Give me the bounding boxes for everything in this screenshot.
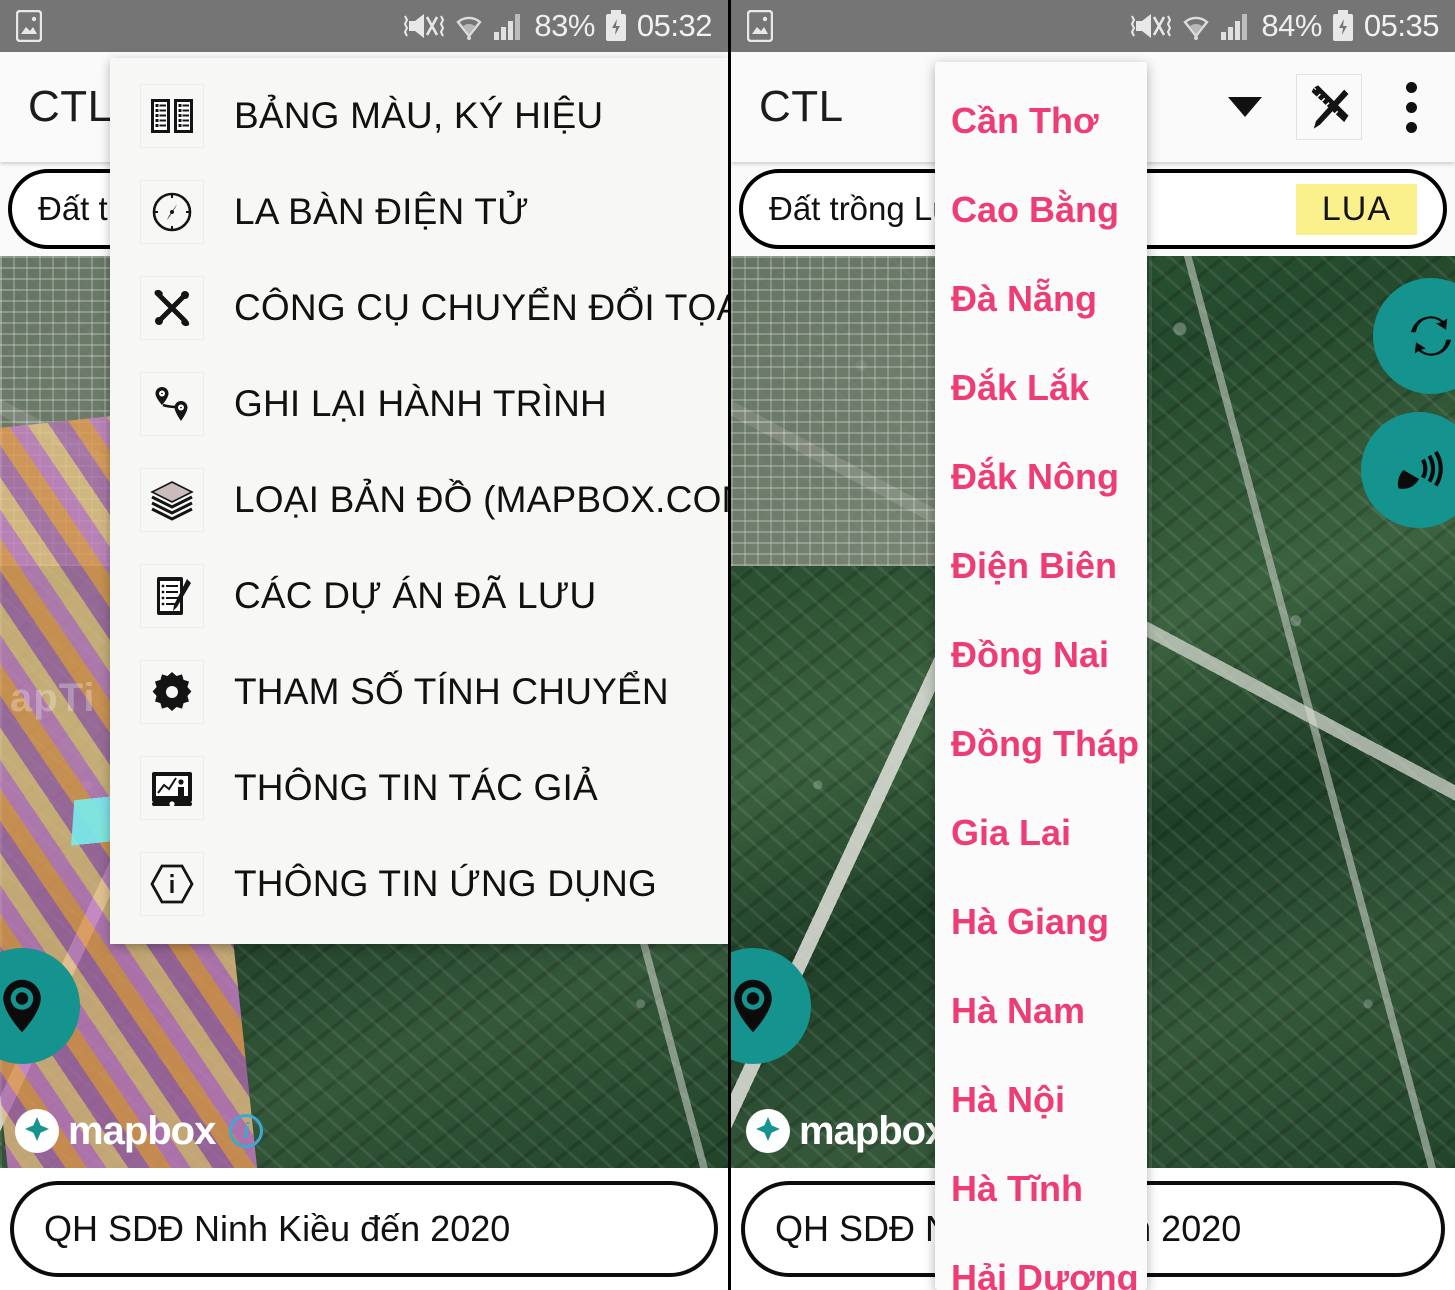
menu-item-thong-tin-tac-gia[interactable]: THÔNG TIN TÁC GIẢ	[110, 740, 728, 836]
province-option[interactable]: Đồng Tháp	[935, 699, 1147, 788]
two-phone-screenshot-pair: 83% 05:32 CTL Đất trồng apTi mapbox i QH…	[0, 0, 1455, 1290]
clock-label: 05:32	[636, 8, 713, 43]
clock-label: 05:35	[1363, 8, 1440, 43]
mapbox-wordmark: mapbox	[68, 1108, 216, 1153]
map-watermark: apTi	[10, 675, 96, 720]
battery-percent-label: 83%	[534, 8, 595, 43]
province-option[interactable]: Đà Nẵng	[935, 254, 1147, 343]
menu-item-ghi-lai-hanh-trinh[interactable]: GHI LẠI HÀNH TRÌNH	[110, 356, 728, 452]
province-option[interactable]: Hà Tĩnh	[935, 1144, 1147, 1233]
app-title: CTL	[759, 82, 844, 131]
status-bar-indicators: 83% 05:32	[403, 8, 713, 44]
mapbox-logo[interactable]: mapbox	[14, 1108, 216, 1154]
mapbox-logo[interactable]: mapbox	[745, 1108, 947, 1154]
menu-item-tham-so-tinh-chuyen[interactable]: THAM SỐ TÍNH CHUYỂN	[110, 644, 728, 740]
location-pin-icon	[734, 979, 772, 1033]
bottom-bar: QH SDĐ Ninh Kiều đến 2020	[0, 1168, 728, 1290]
battery-charging-icon	[605, 10, 626, 41]
menu-item-cong-cu-chuyen-doi-toa-do[interactable]: CÔNG CỤ CHUYỂN ĐỔI TỌA ĐỘ	[110, 260, 728, 356]
layers-icon	[140, 468, 204, 532]
province-option[interactable]: Hà Nam	[935, 966, 1147, 1055]
mapbox-wordmark: mapbox	[799, 1108, 947, 1153]
legend-code-badge: LUA	[1295, 183, 1417, 235]
image-icon	[16, 10, 42, 42]
battery-percent-label: 84%	[1261, 8, 1322, 43]
menu-item-loai-ban-do[interactable]: LOẠI BẢN ĐỒ (MAPBOX.COM)	[110, 452, 728, 548]
right-phone-screen: 84% 05:35 CTL Đất trồng Lúa LUA mapbox Q…	[728, 0, 1455, 1290]
province-option[interactable]: Hà Giang	[935, 877, 1147, 966]
menu-item-label: THAM SỐ TÍNH CHUYỂN	[234, 671, 669, 712]
menu-item-cac-du-an-da-luu[interactable]: CÁC DỰ ÁN ĐÃ LƯU	[110, 548, 728, 644]
chevron-down-icon[interactable]	[1228, 97, 1262, 117]
overflow-menu-popup[interactable]: BẢNG MÀU, KÝ HIỆU LA BÀN ĐIỆN TỬ CÔNG CỤ…	[110, 58, 728, 944]
tools-icon	[140, 276, 204, 340]
left-phone-screen: 83% 05:32 CTL Đất trồng apTi mapbox i QH…	[0, 0, 728, 1290]
status-bar-notifications	[747, 10, 773, 42]
status-bar-indicators: 84% 05:35	[1130, 8, 1440, 44]
satellite-signal-icon	[1397, 450, 1443, 489]
location-pin-icon	[3, 979, 41, 1033]
status-bar: 83% 05:32	[0, 0, 728, 52]
color-table-icon	[140, 84, 204, 148]
map-attribution[interactable]: mapbox	[745, 1108, 947, 1154]
province-option[interactable]: Điện Biên	[935, 521, 1147, 610]
status-bar: 84% 05:35	[731, 0, 1455, 52]
mapbox-mark-icon	[15, 1109, 59, 1153]
ruler-pencil-icon[interactable]	[1296, 74, 1362, 140]
image-icon	[747, 10, 773, 42]
wifi-icon	[1183, 16, 1210, 40]
mute-icon	[1131, 14, 1172, 38]
menu-item-label: THÔNG TIN TÁC GIẢ	[234, 767, 598, 808]
menu-item-thong-tin-ung-dung[interactable]: THÔNG TIN ỨNG DỤNG	[110, 836, 728, 932]
menu-item-label: BẢNG MÀU, KÝ HIỆU	[234, 95, 604, 136]
wifi-icon	[456, 16, 483, 40]
info-hexagon-icon	[140, 852, 204, 916]
project-name-field[interactable]: QH SDĐ Ninh Kiều đến 2020	[10, 1181, 718, 1277]
province-option[interactable]: Đắk Lắk	[935, 343, 1147, 432]
signal-icon	[494, 14, 521, 40]
province-option[interactable]: Cao Bằng	[935, 165, 1147, 254]
menu-item-label: CÁC DỰ ÁN ĐÃ LƯU	[234, 575, 597, 616]
province-option[interactable]: Cần Thơ	[935, 76, 1147, 165]
kebab-menu-icon[interactable]	[1396, 78, 1427, 137]
battery-charging-icon	[1332, 10, 1353, 41]
mute-icon	[404, 14, 445, 38]
map-info-icon[interactable]: i	[229, 1114, 264, 1148]
tile-seam	[1149, 256, 1152, 1168]
menu-item-label: LOẠI BẢN ĐỒ (MAPBOX.COM)	[234, 479, 728, 520]
map-attribution[interactable]: mapbox i	[14, 1108, 264, 1154]
province-option[interactable]: Gia Lai	[935, 788, 1147, 877]
menu-item-label: LA BÀN ĐIỆN TỬ	[234, 191, 529, 232]
province-option[interactable]: Hải Dương	[935, 1233, 1147, 1290]
menu-item-label: GHI LẠI HÀNH TRÌNH	[234, 383, 607, 424]
province-dropdown-popup[interactable]: Cần Thơ Cao Bằng Đà Nẵng Đắk Lắk Đắk Nôn…	[935, 62, 1147, 1290]
menu-item-label: THÔNG TIN ỨNG DỤNG	[234, 863, 658, 904]
gear-icon	[140, 660, 204, 724]
province-option[interactable]: Đắk Nông	[935, 432, 1147, 521]
presentation-icon	[140, 756, 204, 820]
app-bar-actions	[1228, 74, 1427, 140]
menu-item-bang-mau-ky-hieu[interactable]: BẢNG MÀU, KÝ HIỆU	[110, 68, 728, 164]
app-title: CTL	[28, 82, 113, 131]
compass-icon	[140, 180, 204, 244]
province-option[interactable]: Hà Nội	[935, 1055, 1147, 1144]
project-name-label: QH SDĐ Ninh Kiều đến 2020	[44, 1208, 511, 1249]
route-pin-icon	[140, 372, 204, 436]
province-option[interactable]: Đồng Nai	[935, 610, 1147, 699]
status-bar-notifications	[16, 10, 42, 42]
mapbox-mark-icon	[746, 1109, 790, 1153]
signal-icon	[1221, 14, 1248, 40]
refresh-icon	[1411, 316, 1451, 356]
notes-icon	[140, 564, 204, 628]
menu-item-label: CÔNG CỤ CHUYỂN ĐỔI TỌA ĐỘ	[234, 287, 728, 328]
menu-item-la-ban-dien-tu[interactable]: LA BÀN ĐIỆN TỬ	[110, 164, 728, 260]
